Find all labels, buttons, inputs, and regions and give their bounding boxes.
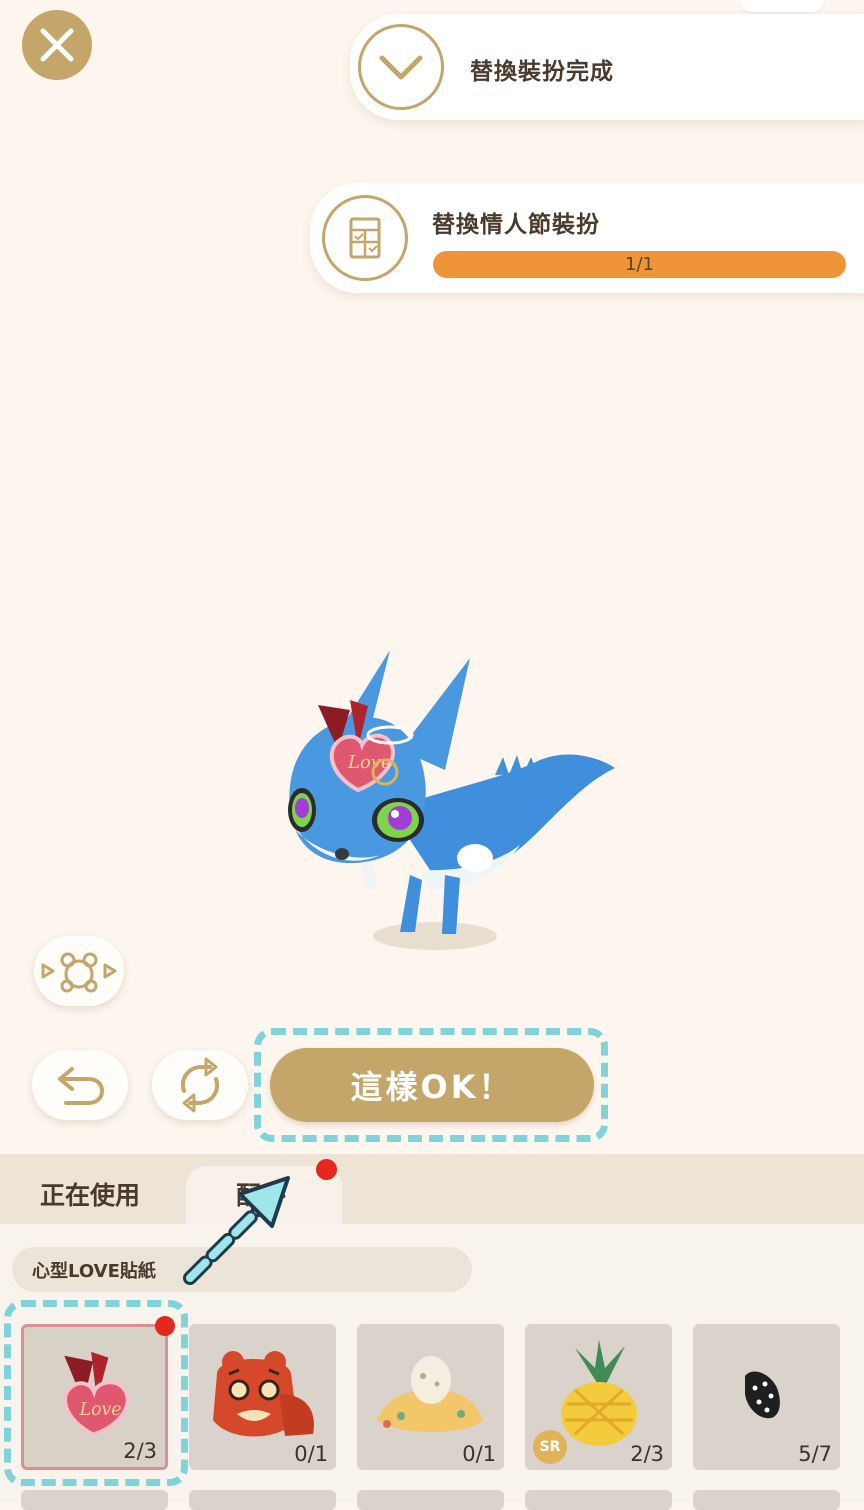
tutorial-arrow-icon: [183, 1176, 290, 1285]
tab-in-use[interactable]: 正在使用: [40, 1176, 140, 1212]
progress-text: 1/1: [625, 254, 654, 275]
undo-icon: [58, 1067, 105, 1105]
shark-pet-character[interactable]: Love: [270, 640, 630, 960]
rotate-icon: [181, 1057, 219, 1113]
svg-text:Love: Love: [79, 1400, 122, 1420]
close-icon: [40, 28, 74, 62]
item-slot-row2[interactable]: [525, 1490, 672, 1510]
item-new-dot: [155, 1316, 175, 1336]
undo-button[interactable]: [32, 1050, 128, 1120]
toast-title: 替換裝扮完成: [470, 59, 614, 85]
item-slot-row2[interactable]: [357, 1490, 504, 1510]
confirm-ok-button[interactable]: 這樣OK！: [270, 1048, 594, 1122]
outfit-complete-toast: 替換裝扮完成: [350, 14, 864, 120]
item-slot-row2[interactable]: [189, 1490, 336, 1510]
item-slot-row2[interactable]: [693, 1490, 840, 1510]
hidden-button-edge: [740, 0, 824, 12]
svg-text:Love: Love: [347, 752, 392, 773]
close-button[interactable]: [22, 10, 92, 80]
item-count: 0/1: [294, 1442, 328, 1466]
item-slot-egg-nest[interactable]: 0/1: [357, 1324, 504, 1470]
item-name: 心型LOVE貼紙: [32, 1260, 156, 1282]
item-slot-tiger-mask[interactable]: 0/1: [189, 1324, 336, 1470]
pet-switch-icon: [41, 952, 117, 993]
item-count: 2/3: [123, 1439, 157, 1463]
item-count: 2/3: [630, 1442, 664, 1466]
check-icon: [358, 24, 444, 110]
sr-rarity-badge: SR: [533, 1430, 567, 1464]
switch-pet-button[interactable]: [34, 936, 124, 1006]
tab-notification-dot: [316, 1159, 337, 1180]
item-slot-love-heart[interactable]: Love 2/3: [21, 1324, 168, 1470]
item-slot-pineapple[interactable]: SR 2/3: [525, 1324, 672, 1470]
item-count: 0/1: [462, 1442, 496, 1466]
mission-title: 替換情人節裝扮: [432, 212, 600, 238]
item-slot-row2[interactable]: [21, 1490, 168, 1510]
item-slot-black-stud[interactable]: 5/7: [693, 1324, 840, 1470]
checklist-icon: [322, 195, 408, 281]
mission-toast: 替換情人節裝扮 1/1: [310, 183, 864, 293]
item-count: 5/7: [798, 1442, 832, 1466]
rotate-button[interactable]: [152, 1050, 248, 1120]
mission-progress-bar: 1/1: [433, 251, 846, 278]
